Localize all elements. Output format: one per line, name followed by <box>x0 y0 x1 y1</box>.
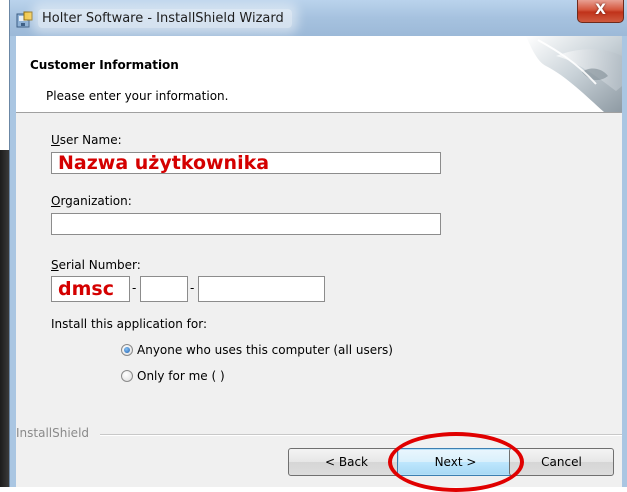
installshield-brand: InstallShield <box>16 426 90 440</box>
serial-part-1-value: dmsc <box>58 278 114 300</box>
cancel-button[interactable]: Cancel <box>509 448 614 476</box>
installshield-window: Holter Software - InstallShield Wizard X… <box>9 0 627 492</box>
wizard-client-area: Customer Information Please enter your i… <box>16 36 622 492</box>
installer-icon <box>16 11 33 28</box>
radio-unselected-icon[interactable] <box>121 370 133 382</box>
wizard-header: Customer Information Please enter your i… <box>16 36 622 113</box>
title-bar[interactable]: Holter Software - InstallShield Wizard X <box>10 0 627 36</box>
organization-label: Organization: <box>51 194 132 208</box>
page-subtitle: Please enter your information. <box>46 89 229 103</box>
serial-separator-1: - <box>132 281 137 295</box>
user-name-value: Nazwa użytkownika <box>58 152 270 174</box>
background-window-edge <box>0 150 9 487</box>
page-title: Customer Information <box>30 58 179 72</box>
radio-all-users[interactable]: Anyone who uses this computer (all users… <box>121 342 421 360</box>
user-name-label: User Name: <box>51 133 122 147</box>
radio-all-users-label: Anyone who uses this computer (all users… <box>137 343 393 357</box>
radio-only-me-label: Only for me ( ) <box>137 369 225 383</box>
serial-separator-2: - <box>190 281 195 295</box>
serial-part-1-input[interactable]: dmsc <box>51 276 130 302</box>
annotation-highlight-circle <box>388 432 524 492</box>
serial-part-2-input[interactable] <box>140 276 188 302</box>
organization-input[interactable] <box>51 213 441 235</box>
close-button[interactable]: X <box>577 0 624 23</box>
serial-number-label: Serial Number: <box>51 258 141 272</box>
header-decoration-graphic <box>526 36 622 112</box>
serial-part-3-input[interactable] <box>198 276 325 302</box>
radio-only-me[interactable]: Only for me ( ) <box>121 368 321 386</box>
close-icon: X <box>595 2 606 18</box>
footer-divider <box>100 434 622 436</box>
install-for-label: Install this application for: <box>51 317 207 331</box>
radio-selected-icon[interactable] <box>121 344 133 356</box>
user-name-input[interactable]: Nazwa użytkownika <box>51 152 441 174</box>
window-title: Holter Software - InstallShield Wizard <box>38 9 292 28</box>
